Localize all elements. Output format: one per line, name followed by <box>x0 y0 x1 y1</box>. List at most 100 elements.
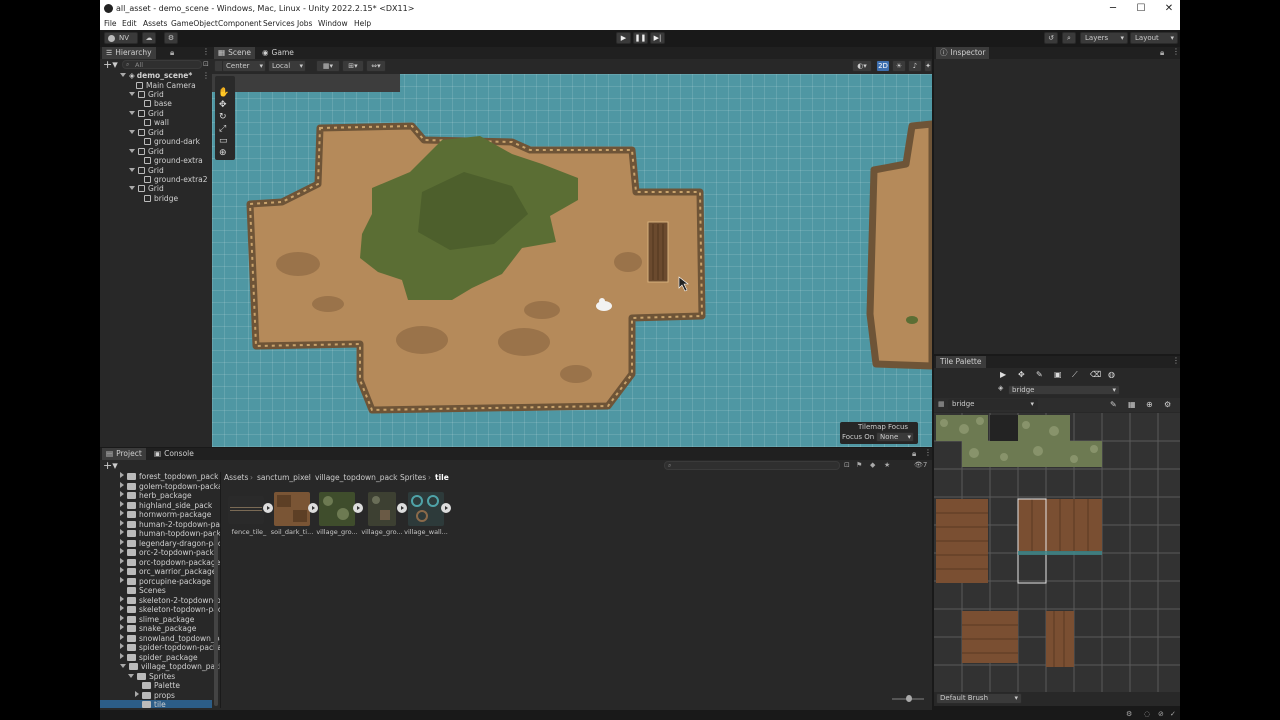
rotate-tool-icon[interactable]: ↻ <box>219 112 227 122</box>
palette-grid[interactable] <box>934 413 1180 692</box>
hand-tool-icon[interactable]: ✋ <box>218 88 229 98</box>
account-button[interactable]: NV <box>104 32 138 44</box>
hierarchy-item-bridge[interactable]: bridge <box>144 194 178 203</box>
more-menu-icon[interactable]: ⋮ <box>1172 47 1180 56</box>
tab-scene[interactable]: ▦ Scene <box>214 47 255 59</box>
menu-services[interactable]: Services <box>263 19 295 28</box>
audio-icon[interactable]: ♪ <box>908 60 922 72</box>
status-icon[interactable]: ◌ <box>1144 710 1150 718</box>
palette-dropdown[interactable]: bridge ▾ <box>948 399 1038 410</box>
hierarchy-item-grid[interactable]: Grid <box>129 147 164 156</box>
add-object-button[interactable]: +▾ <box>103 59 118 71</box>
inspector-tab[interactable]: ⓘ Inspector <box>936 47 990 59</box>
folder-item[interactable]: herb_package <box>120 491 192 501</box>
menu-edit[interactable]: Edit <box>122 19 137 28</box>
hierarchy-item-base[interactable]: base <box>144 99 172 108</box>
expand-sprites-icon[interactable] <box>308 503 318 513</box>
select-tool-icon[interactable]: ▶ <box>1000 370 1006 379</box>
expand-sprites-icon[interactable] <box>353 503 363 513</box>
folder-item[interactable]: human-2-topdown-pa <box>120 519 220 530</box>
folder-item[interactable]: skeleton-topdown-pac <box>120 605 220 615</box>
paint-brush-icon[interactable]: ✎ <box>1036 370 1043 379</box>
tab-console[interactable]: ▣ Console <box>150 448 198 460</box>
layout-dropdown[interactable]: Layout ▾ <box>1130 32 1178 44</box>
folder-item[interactable]: orc_warrior_package <box>120 567 216 577</box>
lock-icon[interactable]: 🔒︎ <box>912 449 916 459</box>
folder-item[interactable]: orc-topdown-package <box>120 557 220 568</box>
folder-item[interactable]: hornworm-package <box>120 510 211 520</box>
tile-palette-tab[interactable]: Tile Palette <box>936 356 986 368</box>
asset-thumbnail[interactable] <box>408 492 444 526</box>
folder-item[interactable]: snowland_topdown_pa <box>120 633 220 644</box>
cloud-icon[interactable]: ☁ <box>142 32 156 44</box>
step-button[interactable]: ▶| <box>650 32 665 44</box>
folder-item[interactable]: highland_side_pack <box>120 500 212 511</box>
edit-palette-icon[interactable]: ✎ <box>1110 400 1117 409</box>
folder-item[interactable]: golem-topdown-package <box>120 481 220 492</box>
picker-icon[interactable]: ⟋ <box>1072 370 1078 380</box>
folder-item[interactable]: slime_package <box>120 614 194 625</box>
folder-item[interactable]: human-topdown-pack <box>120 529 220 539</box>
gizmo-toggle-icon[interactable]: ⊕ <box>1146 400 1153 409</box>
hierarchy-item-ground-dark[interactable]: ground-dark <box>144 137 200 146</box>
hierarchy-item-ground-extra2[interactable]: ground-extra2 <box>144 175 208 184</box>
folder-item[interactable]: legendary-dragon-pac <box>120 538 220 549</box>
hierarchy-item-grid[interactable]: Grid <box>129 90 164 99</box>
filter-icon[interactable]: ⊡ <box>203 60 209 68</box>
menu-jobs[interactable]: Jobs <box>297 19 312 28</box>
hierarchy-item-grid[interactable]: Grid <box>129 184 164 193</box>
more-menu-icon[interactable]: ⋮ <box>1172 356 1180 365</box>
hierarchy-item-main-camera[interactable]: Main Camera <box>136 81 196 90</box>
search-type-icon[interactable]: ⊡ <box>844 461 850 469</box>
expand-sprites-icon[interactable] <box>397 503 407 513</box>
status-icon[interactable]: ⊘ <box>1158 710 1164 718</box>
menu-gameobject[interactable]: GameObject <box>171 19 218 28</box>
favorite-icon[interactable]: ★ <box>884 461 890 469</box>
menu-help[interactable]: Help <box>354 19 371 28</box>
box-fill-icon[interactable]: ▣ <box>1054 370 1062 379</box>
2d-toggle[interactable]: 2D <box>876 60 890 72</box>
transform-tool-icon[interactable]: ⊕ <box>219 148 227 158</box>
lock-icon[interactable]: 🔒︎ <box>1160 48 1164 58</box>
pause-button[interactable]: ❚❚ <box>633 32 648 44</box>
folder-item[interactable]: spider_package <box>120 652 198 663</box>
folder-item[interactable]: spider-topdown-packa <box>120 643 220 653</box>
create-asset-button[interactable]: +▾ <box>103 460 118 472</box>
folder-item[interactable]: village_topdown_pack <box>120 662 220 672</box>
scene-menu-icon[interactable]: ⋮ <box>202 71 210 80</box>
breadcrumb-item[interactable]: Assets <box>224 473 248 482</box>
collab-icon[interactable]: ⚙ <box>164 32 178 44</box>
asset-thumbnail[interactable] <box>319 492 355 526</box>
scale-tool-icon[interactable]: ⤢ <box>219 124 226 134</box>
scene-root[interactable]: ◈ demo_scene* <box>120 71 192 80</box>
expand-sprites-icon[interactable] <box>263 503 273 513</box>
menu-assets[interactable]: Assets <box>143 19 167 28</box>
tab-game[interactable]: ◉ Game <box>258 47 298 59</box>
play-button[interactable]: ▶ <box>616 32 631 44</box>
folder-item[interactable]: Sprites <box>128 672 175 682</box>
status-icon[interactable]: ⚙ <box>1126 710 1132 718</box>
hierarchy-item-ground-extra[interactable]: ground-extra <box>144 156 203 165</box>
history-icon[interactable]: ↺ <box>1044 32 1058 44</box>
hierarchy-item-grid[interactable]: Grid <box>129 128 164 137</box>
space-dropdown[interactable]: Local ▾ <box>268 60 306 72</box>
asset-thumbnail[interactable] <box>274 492 310 526</box>
hidden-packages-icon[interactable]: 👁︎7 <box>914 461 927 469</box>
move-tool-icon[interactable]: ✥ <box>1018 370 1025 379</box>
hierarchy-search-input[interactable]: ⌕ All <box>122 60 202 69</box>
more-menu-icon[interactable]: ⋮ <box>202 47 210 56</box>
maximize-button[interactable]: ☐ <box>1134 2 1148 16</box>
fill-icon[interactable]: ◍ <box>1108 370 1115 379</box>
hierarchy-item-wall[interactable]: wall <box>144 118 169 127</box>
active-tilemap-dropdown[interactable]: bridge ▾ <box>1008 385 1120 395</box>
breadcrumb-item-current[interactable]: tile <box>435 473 449 482</box>
grid-toggle-icon[interactable]: ▦ <box>1128 400 1136 409</box>
menu-component[interactable]: Component <box>218 19 262 28</box>
label-icon[interactable]: ◆ <box>870 461 875 469</box>
breadcrumb-item[interactable]: village_topdown_pack <box>315 473 398 482</box>
grid-snap-icon[interactable]: ▦▾ <box>316 60 340 72</box>
expand-sprites-icon[interactable] <box>441 503 451 513</box>
settings-icon[interactable]: ⚙ <box>1164 400 1171 409</box>
folder-item[interactable]: skeleton-2-topdown-p <box>120 595 220 606</box>
ruler-icon[interactable]: ⇔▾ <box>366 60 386 72</box>
